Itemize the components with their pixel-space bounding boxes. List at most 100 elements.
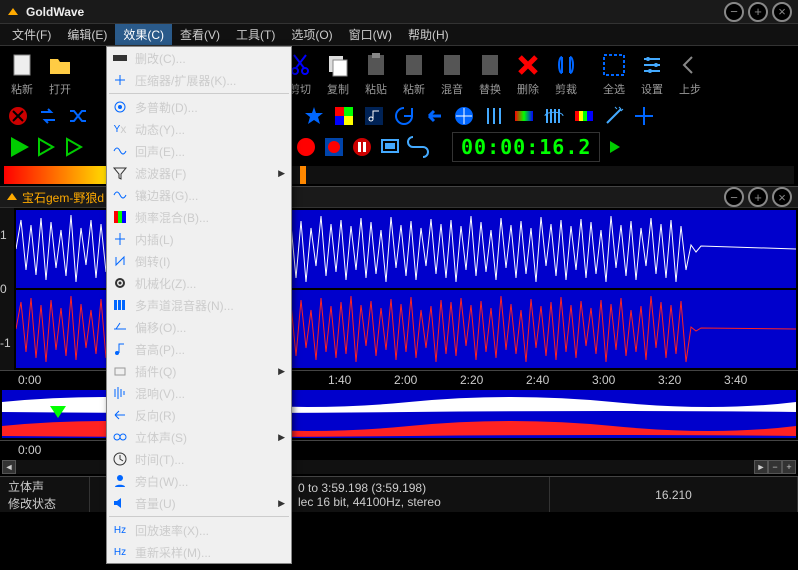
- menu-pitch[interactable]: 音高(P)...: [107, 338, 291, 360]
- gate-icon[interactable]: [542, 104, 566, 128]
- filter-icon: [111, 164, 129, 182]
- menu-help[interactable]: 帮助(H): [400, 24, 457, 45]
- multimix-icon: [111, 296, 129, 314]
- doc-logo-icon: [6, 191, 18, 203]
- hz-icon: Hz: [111, 521, 129, 539]
- stop-icon[interactable]: [6, 104, 30, 128]
- refresh-icon[interactable]: [392, 104, 416, 128]
- interpolate-icon: [111, 230, 129, 248]
- menu-mechanize[interactable]: 机械化(Z)...: [107, 272, 291, 294]
- record-square-button[interactable]: [322, 135, 346, 159]
- doc-close-button[interactable]: ×: [772, 187, 792, 207]
- record-button[interactable]: [294, 135, 318, 159]
- menu-doppler[interactable]: 多普勒(D)...: [107, 96, 291, 118]
- overview-cursor-icon: [50, 406, 66, 418]
- titlebar: GoldWave − + ×: [0, 0, 798, 24]
- menu-window[interactable]: 窗口(W): [341, 24, 400, 45]
- menu-compressor[interactable]: 压缩器/扩展器(K)...: [107, 69, 291, 91]
- gear-icon: [111, 274, 129, 292]
- invert-icon: [111, 252, 129, 270]
- doc-maximize-button[interactable]: +: [748, 187, 768, 207]
- menu-file[interactable]: 文件(F): [4, 24, 59, 45]
- rainbow-icon[interactable]: [572, 104, 596, 128]
- menu-dynamics[interactable]: Yx动态(Y)...: [107, 118, 291, 140]
- menu-interpolate[interactable]: 内插(L): [107, 228, 291, 250]
- menu-stereo[interactable]: 立体声(S)▶: [107, 426, 291, 448]
- color-grid-icon[interactable]: [332, 104, 356, 128]
- monitor-icon[interactable]: [378, 135, 402, 159]
- menu-invert[interactable]: 倒转(I): [107, 250, 291, 272]
- clock-icon: [111, 450, 129, 468]
- menu-echo[interactable]: 回声(E)...: [107, 140, 291, 162]
- open-button[interactable]: 打开: [42, 50, 78, 98]
- menu-options[interactable]: 选项(O): [283, 24, 340, 45]
- freqblend-icon: [111, 208, 129, 226]
- copy-button[interactable]: 复制: [320, 50, 356, 98]
- submenu-arrow-icon: ▶: [278, 432, 285, 443]
- plugin-icon: [111, 362, 129, 380]
- sliders-icon[interactable]: [482, 104, 506, 128]
- replace-button[interactable]: 替换: [472, 50, 508, 98]
- menu-time[interactable]: 时间(T)...: [107, 448, 291, 470]
- close-button[interactable]: ×: [772, 2, 792, 22]
- censor-icon: [111, 49, 129, 67]
- reverb-icon: [111, 384, 129, 402]
- minimize-button[interactable]: −: [724, 2, 744, 22]
- menu-volume[interactable]: 音量(U)▶: [107, 492, 291, 514]
- record-pause-button[interactable]: [350, 135, 374, 159]
- volume-icon: [111, 494, 129, 512]
- compass-icon[interactable]: [452, 104, 476, 128]
- crosshair-icon[interactable]: [632, 104, 656, 128]
- zoom-in-button[interactable]: +: [782, 460, 796, 474]
- menu-offset[interactable]: 偏移(O)...: [107, 316, 291, 338]
- dynamics-icon: Yx: [111, 120, 129, 138]
- menu-multimix[interactable]: 多声道混音器(N)...: [107, 294, 291, 316]
- menu-resample[interactable]: Hz重新采样(M)...: [107, 541, 291, 563]
- app-logo-icon: [6, 5, 20, 19]
- scroll-left-button[interactable]: ◄: [2, 460, 16, 474]
- delete-button[interactable]: 删除: [510, 50, 546, 98]
- link-icon[interactable]: [406, 135, 430, 159]
- vert-ruler: 10-1: [0, 208, 14, 370]
- menu-reverse[interactable]: 反向(R): [107, 404, 291, 426]
- play-indicator-icon: [604, 135, 628, 159]
- menu-playback-rate[interactable]: Hz回放速率(X)...: [107, 519, 291, 541]
- prev-button[interactable]: 上步: [672, 50, 708, 98]
- menubar: 文件(F) 编辑(E) 效果(C) 查看(V) 工具(T) 选项(O) 窗口(W…: [0, 24, 798, 46]
- paste-new2-button[interactable]: 粘新: [396, 50, 432, 98]
- scroll-right-button[interactable]: ►: [754, 460, 768, 474]
- shuffle-icon[interactable]: [66, 104, 90, 128]
- zoom-out-button[interactable]: −: [768, 460, 782, 474]
- paste-new-button[interactable]: 粘新: [4, 50, 40, 98]
- select-all-button[interactable]: 全选: [596, 50, 632, 98]
- submenu-arrow-icon: ▶: [278, 366, 285, 377]
- menu-freqblend[interactable]: 频率混合(B)...: [107, 206, 291, 228]
- play-alt-button[interactable]: [34, 135, 58, 159]
- menu-effect[interactable]: 效果(C): [115, 24, 172, 45]
- menu-filter[interactable]: 滤波器(F)▶: [107, 162, 291, 184]
- menu-voiceover[interactable]: 旁白(W)...: [107, 470, 291, 492]
- paste-button[interactable]: 粘贴: [358, 50, 394, 98]
- swap-icon[interactable]: [36, 104, 60, 128]
- maximize-button[interactable]: +: [748, 2, 768, 22]
- mix-button[interactable]: 混音: [434, 50, 470, 98]
- star-icon[interactable]: [302, 104, 326, 128]
- offset-icon: [111, 318, 129, 336]
- play-button[interactable]: [6, 135, 30, 159]
- doc-minimize-button[interactable]: −: [724, 187, 744, 207]
- flanger-icon: [111, 186, 129, 204]
- menu-reverb[interactable]: 混响(V)...: [107, 382, 291, 404]
- menu-flanger[interactable]: 镶边器(G)...: [107, 184, 291, 206]
- back-arrow-icon[interactable]: [422, 104, 446, 128]
- spectrum-icon[interactable]: [512, 104, 536, 128]
- trim-button[interactable]: 剪裁: [548, 50, 584, 98]
- time-display: 00:00:16.2: [452, 132, 600, 162]
- wand-icon[interactable]: [602, 104, 626, 128]
- menu-edit[interactable]: 编辑(E): [59, 24, 115, 45]
- menu-censor[interactable]: 删改(C)...: [107, 47, 291, 69]
- menu-tool[interactable]: 工具(T): [228, 24, 283, 45]
- menu-view[interactable]: 查看(V): [172, 24, 228, 45]
- play-alt2-button[interactable]: [62, 135, 86, 159]
- note-icon[interactable]: [362, 104, 386, 128]
- settings-button[interactable]: 设置: [634, 50, 670, 98]
